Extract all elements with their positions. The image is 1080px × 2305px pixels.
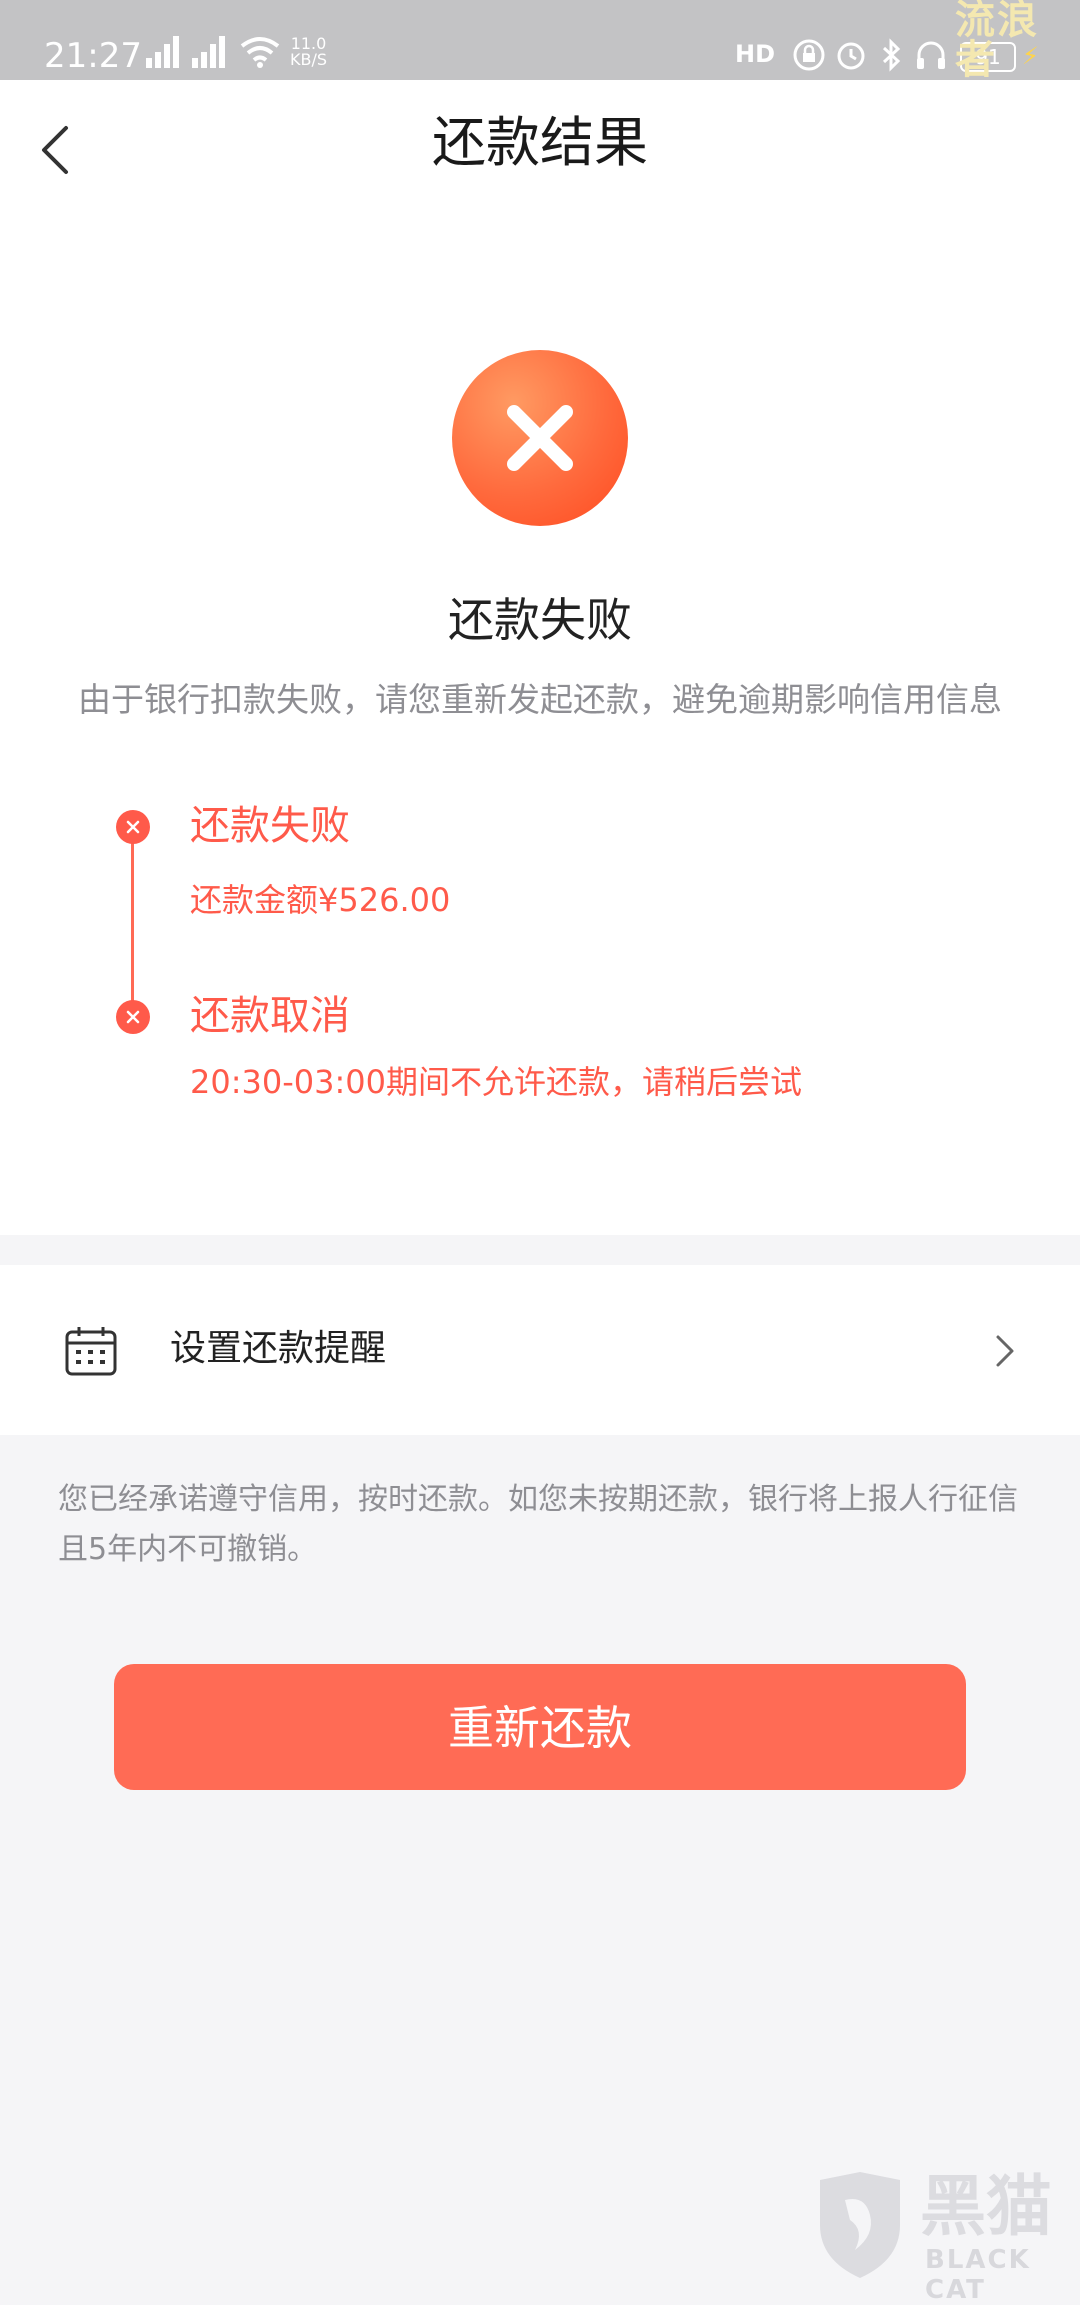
alarm-icon bbox=[837, 42, 865, 70]
result-description: 由于银行扣款失败，请您重新发起还款，避免逾期影响信用信息 bbox=[78, 680, 1002, 719]
headphones-icon bbox=[917, 41, 945, 69]
hd-icon: HD bbox=[735, 40, 776, 68]
lock-rotation-icon bbox=[793, 39, 825, 71]
chevron-right-icon bbox=[996, 1335, 1014, 1367]
reminder-label: 设置还款提醒 bbox=[170, 1328, 387, 1369]
bluetooth-icon bbox=[882, 38, 901, 72]
timeline-fail-icon bbox=[116, 810, 150, 844]
set-reminder-row[interactable]: 设置还款提醒 bbox=[0, 1265, 1080, 1435]
status-bar: 21:27 11.0 KB/S HD 91 ⚡ 流浪者 bbox=[0, 0, 1080, 80]
status-time: 21:27 bbox=[44, 36, 142, 76]
signal-2g-icon bbox=[146, 36, 179, 68]
calendar-icon bbox=[65, 1327, 117, 1376]
network-speed: 11.0 KB/S bbox=[290, 36, 327, 68]
timeline-cancel-icon bbox=[116, 1000, 150, 1034]
timeline-item-detail: 还款金额¥526.00 bbox=[190, 881, 451, 919]
wifi-icon bbox=[240, 37, 280, 68]
timeline-item-title: 还款取消 bbox=[190, 993, 350, 1039]
header: 还款结果 bbox=[0, 80, 1080, 210]
page-title: 还款结果 bbox=[432, 111, 648, 174]
retry-repayment-button[interactable]: 重新还款 bbox=[114, 1664, 966, 1790]
watermark-en: BLACK CAT bbox=[925, 2245, 1031, 2305]
timeline-line bbox=[131, 830, 134, 1010]
watermark-cn: 黑猫 bbox=[920, 2168, 1052, 2245]
fail-icon bbox=[452, 350, 628, 526]
watermark-text: 流浪者 bbox=[955, 0, 1039, 83]
result-card: 还款失败 由于银行扣款失败，请您重新发起还款，避免逾期影响信用信息 还款失败 还… bbox=[0, 210, 1080, 1235]
black-cat-logo-icon bbox=[820, 2172, 900, 2278]
timeline-item-detail: 20:30-03:00期间不允许还款，请稍后尝试 bbox=[190, 1063, 802, 1101]
timeline-item-title: 还款失败 bbox=[190, 803, 350, 849]
result-status-title: 还款失败 bbox=[448, 593, 632, 647]
speed-unit: KB/S bbox=[290, 50, 328, 69]
credit-notice: 您已经承诺遵守信用，按时还款。如您未按期还款，银行将上报人行征信且5年内不可撤销… bbox=[58, 1482, 1018, 1567]
signal-4g-icon bbox=[192, 36, 225, 68]
